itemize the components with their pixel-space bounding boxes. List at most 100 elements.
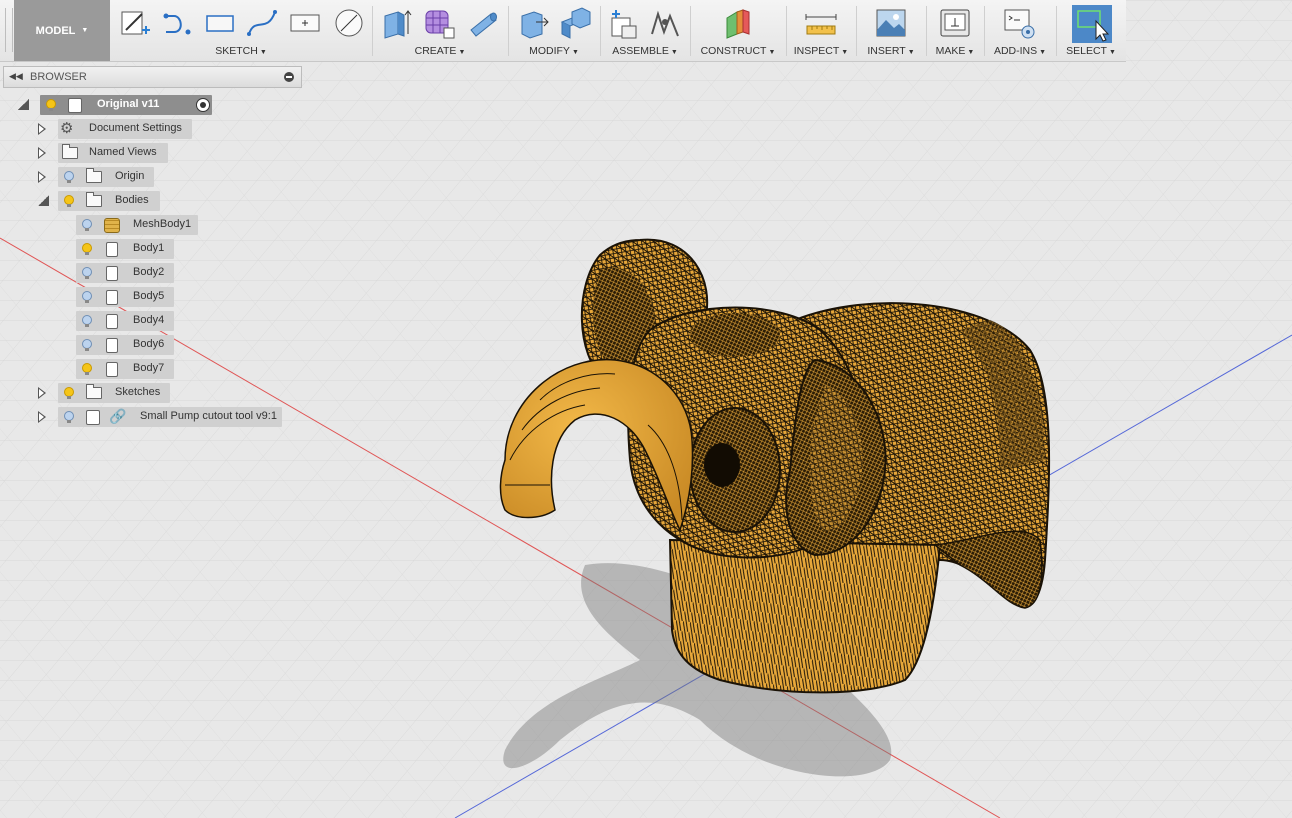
modify-menu[interactable]: MODIFY ▼ bbox=[510, 45, 598, 57]
construct-group: CONSTRUCT ▼ bbox=[692, 0, 784, 61]
component-icon bbox=[86, 410, 100, 425]
form-icon[interactable] bbox=[422, 6, 456, 40]
collapse-icon[interactable] bbox=[18, 99, 29, 110]
toolbar-divider bbox=[926, 6, 927, 56]
visibility-bulb-icon[interactable] bbox=[82, 219, 92, 231]
solid-body-icon bbox=[106, 338, 118, 353]
sketch-label: SKETCH bbox=[215, 45, 258, 57]
workspace-switcher[interactable]: MODEL ▼ bbox=[14, 0, 110, 61]
construct-label: CONSTRUCT bbox=[700, 45, 767, 57]
select-label: SELECT bbox=[1066, 45, 1107, 57]
pin-icon[interactable] bbox=[284, 72, 294, 82]
expand-icon[interactable] bbox=[38, 123, 46, 135]
visibility-bulb-icon[interactable] bbox=[64, 411, 74, 423]
chevron-down-icon: ▼ bbox=[670, 49, 678, 56]
measure-icon[interactable] bbox=[804, 6, 838, 40]
addins-group: ADD-INS ▼ bbox=[986, 0, 1054, 61]
expand-icon[interactable] bbox=[38, 387, 46, 399]
addins-label: ADD-INS bbox=[993, 45, 1038, 57]
visibility-bulb-icon[interactable] bbox=[82, 267, 92, 279]
sketch-menu[interactable]: SKETCH ▼ bbox=[112, 45, 370, 57]
collapse-panel-icon[interactable]: ◀◀ bbox=[9, 71, 23, 82]
fillet-icon[interactable] bbox=[558, 6, 592, 40]
select-menu[interactable]: SELECT ▼ bbox=[1058, 45, 1124, 57]
chevron-down-icon: ▼ bbox=[907, 49, 915, 56]
sketch-group: SKETCH ▼ bbox=[112, 0, 370, 61]
body-label: Body5 bbox=[133, 290, 165, 302]
expand-icon[interactable] bbox=[38, 411, 46, 423]
tree-item-label: Small Pump cutout tool v9:1 bbox=[140, 410, 277, 422]
expand-icon[interactable] bbox=[38, 171, 46, 183]
visibility-bulb-icon[interactable] bbox=[82, 363, 92, 375]
assemble-group: ASSEMBLE ▼ bbox=[602, 0, 688, 61]
visibility-bulb-icon[interactable] bbox=[82, 291, 92, 303]
tree-item-label: Document Settings bbox=[89, 122, 182, 134]
tree-item-label: Sketches bbox=[115, 386, 161, 398]
body-label: Body1 bbox=[133, 242, 165, 254]
chevron-down-icon: ▼ bbox=[1108, 49, 1116, 56]
tree-item-label: Origin bbox=[115, 170, 145, 182]
inspect-group: INSPECT ▼ bbox=[788, 0, 854, 61]
toolbar-divider bbox=[372, 6, 373, 56]
scripts-icon[interactable] bbox=[1002, 6, 1036, 40]
assemble-label: ASSEMBLE bbox=[612, 45, 669, 57]
chevron-down-icon: ▼ bbox=[458, 49, 466, 56]
create-sketch-icon[interactable] bbox=[118, 6, 152, 40]
visibility-bulb-icon[interactable] bbox=[82, 339, 92, 351]
chevron-down-icon: ▼ bbox=[571, 49, 579, 56]
chevron-down-icon: ▼ bbox=[81, 27, 89, 34]
chevron-down-icon: ▼ bbox=[768, 49, 776, 56]
folder-icon bbox=[86, 384, 102, 399]
folder-icon bbox=[62, 144, 78, 159]
collapse-icon[interactable] bbox=[38, 195, 49, 206]
construct-menu[interactable]: CONSTRUCT ▼ bbox=[692, 45, 784, 57]
activate-radio-icon[interactable] bbox=[196, 98, 210, 112]
toolbar-divider bbox=[856, 6, 857, 56]
toolbar-divider bbox=[600, 6, 601, 56]
inspect-menu[interactable]: INSPECT ▼ bbox=[788, 45, 854, 57]
offset-plane-icon[interactable] bbox=[721, 6, 755, 40]
new-component-icon[interactable] bbox=[606, 6, 640, 40]
solid-body-icon bbox=[106, 290, 118, 305]
expand-icon[interactable] bbox=[38, 147, 46, 159]
make-menu[interactable]: MAKE ▼ bbox=[928, 45, 982, 57]
extrude-icon[interactable] bbox=[380, 6, 414, 40]
visibility-bulb-icon[interactable] bbox=[64, 195, 74, 207]
point-icon[interactable] bbox=[288, 6, 322, 40]
press-pull-icon[interactable] bbox=[516, 6, 550, 40]
body-label: Body7 bbox=[133, 362, 165, 374]
folder-icon bbox=[86, 192, 102, 207]
toolbar-divider bbox=[786, 6, 787, 56]
visibility-bulb-icon[interactable] bbox=[64, 171, 74, 183]
insert-label: INSERT bbox=[867, 45, 906, 57]
visibility-bulb-icon[interactable] bbox=[64, 387, 74, 399]
spline-icon[interactable] bbox=[245, 6, 279, 40]
mesh-body-icon bbox=[104, 218, 120, 233]
create-menu[interactable]: CREATE ▼ bbox=[374, 45, 506, 57]
rectangle-icon[interactable] bbox=[203, 6, 237, 40]
toolbar-grip[interactable] bbox=[5, 8, 13, 52]
assemble-menu[interactable]: ASSEMBLE ▼ bbox=[602, 45, 688, 57]
solid-body-icon bbox=[106, 242, 118, 257]
visibility-bulb-icon[interactable] bbox=[82, 315, 92, 327]
modify-label: MODIFY bbox=[529, 45, 570, 57]
toolbar-divider bbox=[690, 6, 691, 56]
pipe-icon[interactable] bbox=[466, 6, 500, 40]
visibility-bulb-icon[interactable] bbox=[82, 243, 92, 255]
body-label: Body2 bbox=[133, 266, 165, 278]
3d-print-icon[interactable] bbox=[938, 6, 972, 40]
joint-icon[interactable] bbox=[648, 6, 682, 40]
select-icon[interactable] bbox=[1072, 5, 1112, 43]
solid-body-icon bbox=[106, 266, 118, 281]
dimension-icon[interactable] bbox=[332, 6, 366, 40]
tree-item-label: Named Views bbox=[89, 146, 157, 158]
insert-menu[interactable]: INSERT ▼ bbox=[858, 45, 924, 57]
create-group: CREATE ▼ bbox=[374, 0, 506, 61]
workspace-label: MODEL bbox=[35, 24, 76, 37]
line-icon[interactable] bbox=[160, 6, 194, 40]
addins-menu[interactable]: ADD-INS ▼ bbox=[986, 45, 1054, 57]
insert-group: INSERT ▼ bbox=[858, 0, 924, 61]
visibility-bulb-icon[interactable] bbox=[46, 99, 56, 111]
create-label: CREATE bbox=[414, 45, 457, 57]
insert-image-icon[interactable] bbox=[874, 6, 908, 40]
